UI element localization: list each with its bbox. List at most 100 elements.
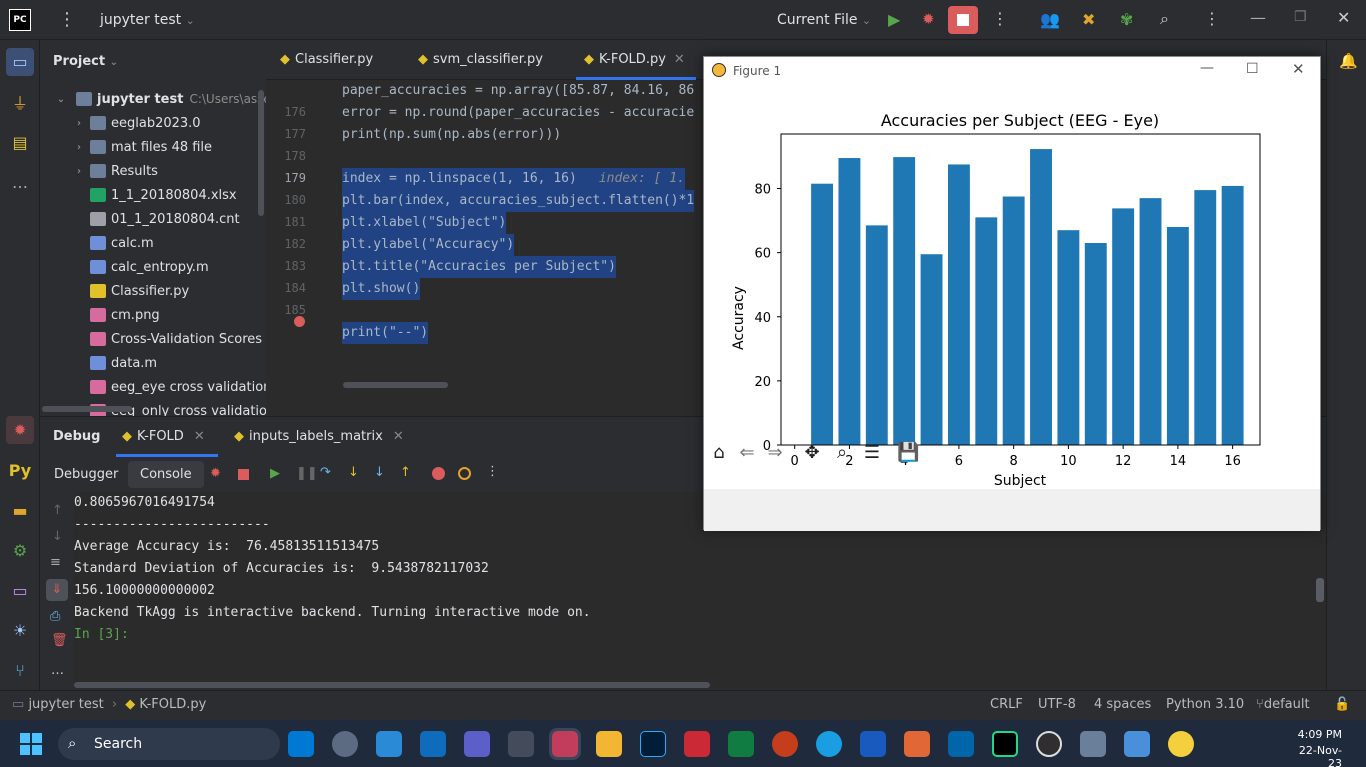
breadcrumb[interactable]: ▭ jupyter test › ◆ K-FOLD.py bbox=[12, 697, 206, 712]
step-out-icon[interactable]: ↑ bbox=[400, 465, 411, 480]
terminal-icon[interactable]: ▭ bbox=[10, 580, 30, 600]
tree-item[interactable]: › eeglab2023.0 bbox=[72, 111, 201, 135]
step-into-my-code-icon[interactable]: ↓ bbox=[374, 465, 385, 480]
pause-icon[interactable]: ❚❚ bbox=[296, 466, 318, 481]
tree-item[interactable]: › Results bbox=[72, 159, 158, 183]
pan-icon[interactable]: ✥ bbox=[801, 442, 823, 464]
tree-item[interactable]: Classifier.py bbox=[90, 279, 189, 303]
matlab-icon[interactable] bbox=[904, 731, 930, 757]
build-tools-icon[interactable]: ✖ bbox=[1082, 10, 1095, 29]
git-icon[interactable]: ⑂ bbox=[10, 660, 30, 680]
close-tab-icon[interactable]: ✕ bbox=[674, 52, 685, 67]
services-icon[interactable]: ⚙ bbox=[10, 540, 30, 560]
search-icon[interactable]: ⌕ bbox=[1160, 9, 1169, 29]
tab-kfold[interactable]: ◆ K-FOLD.py ✕ bbox=[584, 52, 685, 67]
rerun-debug-icon[interactable]: ✹ bbox=[210, 466, 221, 481]
windows-start-icon[interactable] bbox=[20, 733, 42, 755]
tree-item[interactable]: calc.m bbox=[90, 231, 154, 255]
restore-icon[interactable]: ❐ bbox=[1294, 9, 1307, 25]
editor-hscrollbar[interactable] bbox=[343, 382, 448, 388]
more-console-icon[interactable]: … bbox=[51, 663, 64, 678]
code-line[interactable]: plt.xlabel("Subject") bbox=[342, 212, 507, 234]
tree-item[interactable]: eeg_eye cross validation bbox=[90, 375, 266, 399]
snipping-tool-icon[interactable] bbox=[549, 728, 581, 760]
scroll-down-icon[interactable]: ↓ bbox=[52, 529, 63, 544]
project-tool-button[interactable]: ▭ bbox=[6, 48, 34, 76]
subtab-debugger[interactable]: Debugger bbox=[54, 467, 118, 482]
lock-icon[interactable]: 🔓 bbox=[1334, 697, 1350, 712]
breadcrumb-file[interactable]: K-FOLD.py bbox=[139, 697, 206, 712]
zoom-icon[interactable]: ⌕ bbox=[831, 442, 853, 464]
git-branch[interactable]: ⑂default bbox=[1256, 697, 1310, 712]
outlook-icon[interactable] bbox=[420, 731, 446, 757]
code-line[interactable]: plt.show() bbox=[342, 278, 421, 300]
close-tab-icon[interactable]: ✕ bbox=[393, 429, 404, 444]
indent-setting[interactable]: 4 spaces bbox=[1094, 697, 1151, 712]
close-tab-icon[interactable]: ✕ bbox=[194, 429, 205, 444]
more-actions-icon[interactable]: ⋮ bbox=[992, 9, 1008, 28]
file-explorer-icon[interactable] bbox=[596, 731, 622, 757]
notifications-icon[interactable]: 🔔 bbox=[1339, 52, 1358, 70]
maximize-icon[interactable]: ☐ bbox=[1246, 61, 1259, 77]
python-packages-icon[interactable]: Py bbox=[9, 460, 31, 480]
store-icon[interactable] bbox=[288, 731, 314, 757]
stop-debug-icon[interactable] bbox=[238, 469, 249, 480]
close-icon[interactable]: ✕ bbox=[1337, 8, 1350, 27]
close-icon[interactable]: ✕ bbox=[1292, 60, 1305, 78]
todo-icon[interactable]: ▬ bbox=[10, 500, 30, 520]
debug-tab-kfold[interactable]: ◆ K-FOLD ✕ bbox=[122, 429, 205, 444]
console-vscrollbar[interactable] bbox=[1316, 578, 1324, 602]
photos-icon[interactable] bbox=[376, 731, 402, 757]
step-into-icon[interactable]: ↓ bbox=[348, 465, 359, 480]
interpreter[interactable]: Python 3.10 bbox=[1166, 697, 1244, 712]
code-line[interactable]: plt.ylabel("Accuracy") bbox=[342, 234, 515, 256]
forward-icon[interactable]: ⇒ bbox=[764, 442, 786, 464]
stop-button[interactable] bbox=[948, 6, 978, 34]
project-scrollbar[interactable] bbox=[258, 90, 264, 216]
remote-desktop-icon[interactable] bbox=[1124, 731, 1150, 757]
home-icon[interactable]: ⌂ bbox=[708, 442, 730, 464]
code-line[interactable]: error = np.round(paper_accuracies - accu… bbox=[342, 102, 694, 124]
subtab-console[interactable]: Console bbox=[128, 461, 204, 488]
python-app-icon[interactable] bbox=[1168, 731, 1194, 757]
edge-icon[interactable] bbox=[816, 731, 842, 757]
back-icon[interactable]: ⇐ bbox=[736, 442, 758, 464]
tree-item[interactable]: Cross-Validation Scores bbox=[90, 327, 262, 351]
settings-app-icon[interactable] bbox=[332, 731, 358, 757]
debug-icon[interactable]: ✹ bbox=[922, 10, 935, 28]
word-icon[interactable] bbox=[860, 731, 886, 757]
clock[interactable]: 4:09 PM 22-Nov-23 bbox=[1292, 728, 1342, 767]
resume-icon[interactable]: ▶ bbox=[270, 466, 280, 481]
minimize-icon[interactable]: — bbox=[1250, 8, 1266, 27]
mute-breakpoints-icon[interactable] bbox=[458, 467, 471, 480]
tree-item[interactable]: › mat files 48 file bbox=[72, 135, 212, 159]
taskbar-search[interactable]: ⌕ Search bbox=[58, 728, 280, 760]
line-separator[interactable]: CRLF bbox=[990, 697, 1023, 712]
minimize-icon[interactable]: — bbox=[1200, 60, 1214, 76]
app-icon[interactable] bbox=[1080, 731, 1106, 757]
project-panel-title[interactable]: Project ⌄ bbox=[53, 54, 118, 69]
plugin-icon[interactable]: ✾ bbox=[1120, 10, 1133, 29]
soft-wrap-icon[interactable]: ≡ bbox=[50, 555, 61, 570]
view-breakpoints-icon[interactable] bbox=[432, 467, 445, 480]
project-hscrollbar[interactable] bbox=[42, 406, 132, 412]
debug-tab-inputs[interactable]: ◆ inputs_labels_matrix ✕ bbox=[234, 429, 404, 444]
code-line[interactable]: print("--") bbox=[342, 322, 429, 344]
save-icon[interactable]: 💾 bbox=[897, 442, 919, 464]
clear-console-icon[interactable]: 🗑 bbox=[51, 633, 68, 648]
calculator-icon[interactable] bbox=[508, 731, 534, 757]
chevron-right-icon[interactable]: › bbox=[72, 118, 86, 129]
scroll-to-end-icon[interactable]: ⇓ bbox=[46, 579, 68, 601]
vscode-icon[interactable] bbox=[948, 731, 974, 757]
chevron-right-icon[interactable]: › bbox=[72, 142, 86, 153]
code-line[interactable]: paper_accuracies = np.array([85.87, 84.1… bbox=[342, 80, 694, 102]
obs-icon[interactable] bbox=[1036, 731, 1062, 757]
code-with-me-icon[interactable]: 👥 bbox=[1040, 10, 1060, 29]
debug-tool-button[interactable]: ✹ bbox=[6, 416, 34, 444]
code-editor[interactable]: paper_accuracies = np.array([85.87, 84.1… bbox=[340, 80, 704, 390]
structure-icon[interactable]: ▤ bbox=[10, 132, 30, 152]
scroll-up-icon[interactable]: ↑ bbox=[52, 503, 63, 518]
tab-classifier[interactable]: ◆ Classifier.py bbox=[280, 52, 373, 67]
code-line[interactable]: print(np.sum(np.abs(error))) bbox=[342, 124, 561, 146]
configure-subplots-icon[interactable]: ☰ bbox=[861, 442, 883, 464]
